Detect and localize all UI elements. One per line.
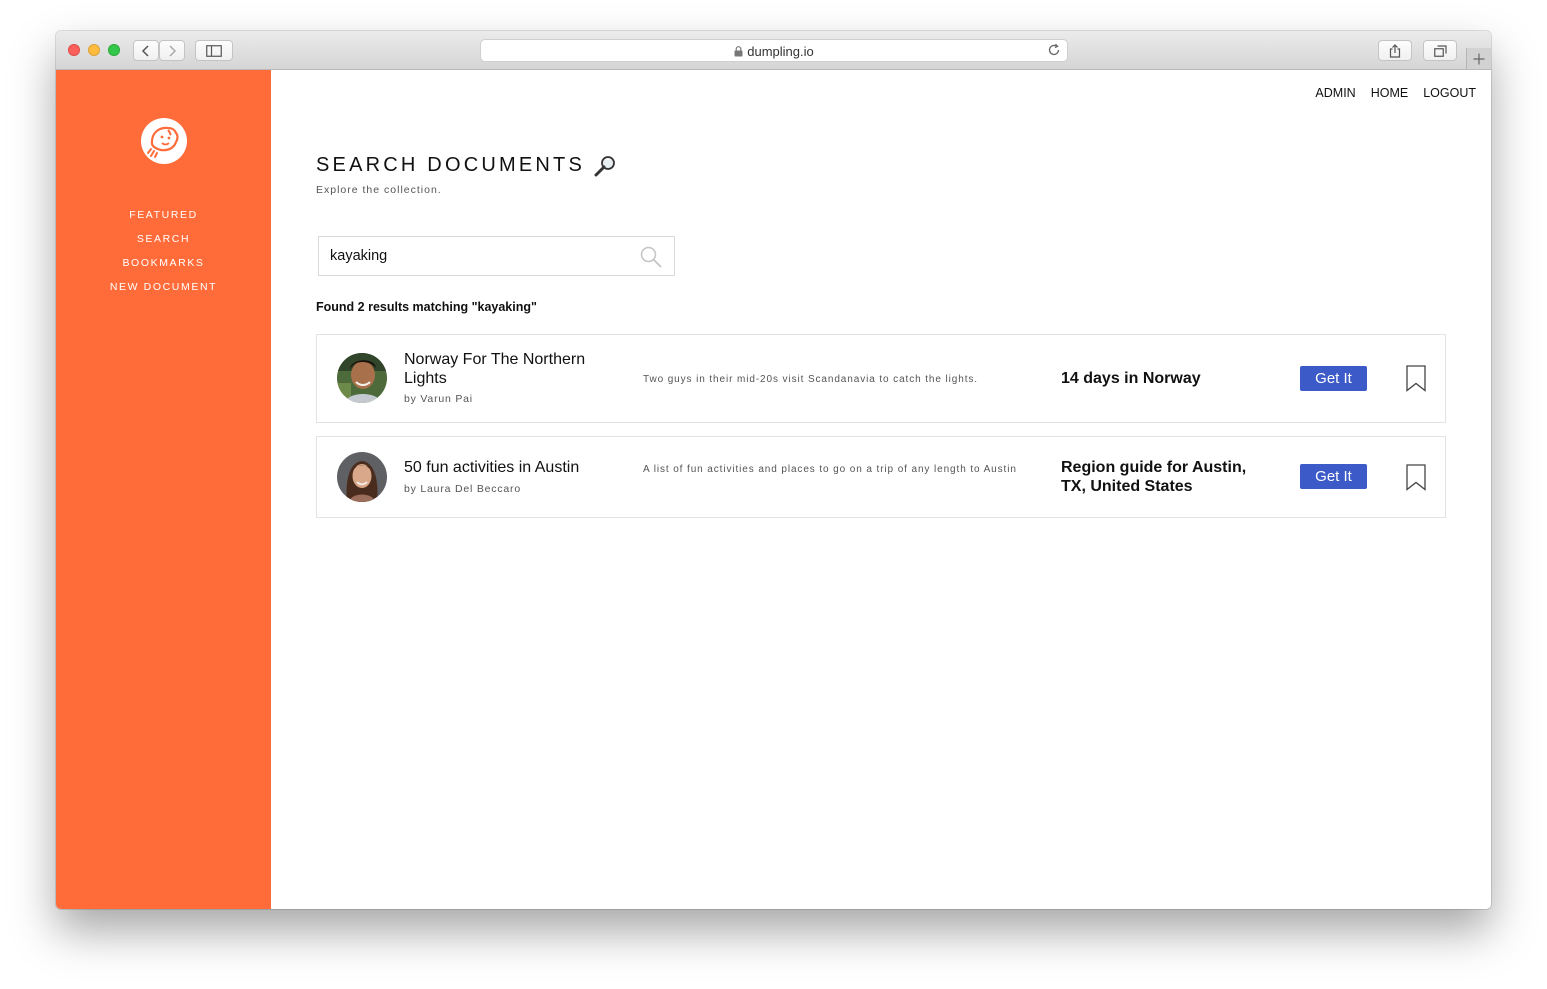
search-input[interactable] (319, 237, 630, 275)
author-avatar (337, 452, 387, 502)
dumpling-logo-icon[interactable] (141, 118, 187, 164)
share-button[interactable] (1378, 40, 1412, 61)
close-window-button[interactable] (68, 44, 80, 56)
address-url: dumpling.io (747, 44, 814, 59)
sidebar-item-new-document[interactable]: NEW DOCUMENT (56, 275, 271, 299)
document-title[interactable]: 50 fun activities in Austin (404, 458, 619, 477)
nav-admin-link[interactable]: ADMIN (1315, 86, 1355, 100)
nav-logout-link[interactable]: LOGOUT (1423, 86, 1476, 100)
browser-window: dumpling.io FEATURED SEARCH BOOKMARKS NE… (56, 31, 1491, 909)
minimize-window-button[interactable] (88, 44, 100, 56)
get-it-button[interactable]: Get It (1300, 464, 1367, 489)
tabs-icon (1433, 44, 1447, 57)
plus-icon (1473, 53, 1485, 64)
page-subtitle: Explore the collection. (316, 184, 442, 196)
chevron-left-icon (141, 44, 149, 57)
document-guide: Region guide for Austin, TX, United Stat… (1061, 459, 1247, 495)
get-it-button[interactable]: Get It (1300, 366, 1367, 391)
document-author: by Laura Del Beccaro (404, 483, 521, 495)
sidebar-item-search[interactable]: SEARCH (56, 227, 271, 251)
reload-icon[interactable] (1047, 43, 1061, 57)
top-nav: ADMIN HOME LOGOUT (1315, 86, 1476, 100)
sidebar: FEATURED SEARCH BOOKMARKS NEW DOCUMENT (56, 70, 271, 909)
bookmark-icon[interactable] (1406, 365, 1426, 392)
forward-button[interactable] (159, 40, 185, 61)
sidebar-item-bookmarks[interactable]: BOOKMARKS (56, 251, 271, 275)
document-description: Two guys in their mid-20s visit Scandana… (643, 374, 978, 385)
page-title: SEARCH DOCUMENTS (316, 154, 585, 176)
document-description: A list of fun activities and places to g… (643, 464, 1017, 475)
page-title-row: SEARCH DOCUMENTS (316, 154, 617, 177)
author-avatar (337, 353, 387, 403)
zoom-window-button[interactable] (108, 44, 120, 56)
document-guide: 14 days in Norway (1061, 370, 1201, 387)
share-icon (1389, 43, 1401, 58)
chevron-right-icon (169, 44, 177, 57)
sidebar-icon (206, 44, 222, 57)
lock-icon (734, 46, 743, 57)
sidebar-item-featured[interactable]: FEATURED (56, 203, 271, 227)
back-button[interactable] (133, 40, 159, 61)
address-bar[interactable]: dumpling.io (480, 39, 1068, 62)
search-box (318, 236, 675, 276)
result-card[interactable]: Norway For The Northern Lights by Varun … (316, 334, 1446, 423)
browser-titlebar: dumpling.io (56, 31, 1491, 70)
new-tab-button[interactable] (1466, 48, 1491, 69)
main-content: ADMIN HOME LOGOUT SEARCH DOCUMENTS Explo… (271, 70, 1491, 909)
sidebar-nav: FEATURED SEARCH BOOKMARKS NEW DOCUMENT (56, 203, 271, 299)
tabs-overview-button[interactable] (1423, 40, 1457, 61)
search-icon[interactable] (640, 246, 662, 268)
document-author: by Varun Pai (404, 393, 473, 405)
result-card[interactable]: 50 fun activities in Austin by Laura Del… (316, 436, 1446, 518)
document-title[interactable]: Norway For The Northern Lights (404, 350, 619, 388)
bookmark-icon[interactable] (1406, 464, 1426, 491)
nav-home-link[interactable]: HOME (1371, 86, 1409, 100)
result-count: Found 2 results matching "kayaking" (316, 300, 537, 314)
magnifier-icon (594, 155, 615, 176)
sidebar-toggle-button[interactable] (195, 40, 233, 61)
